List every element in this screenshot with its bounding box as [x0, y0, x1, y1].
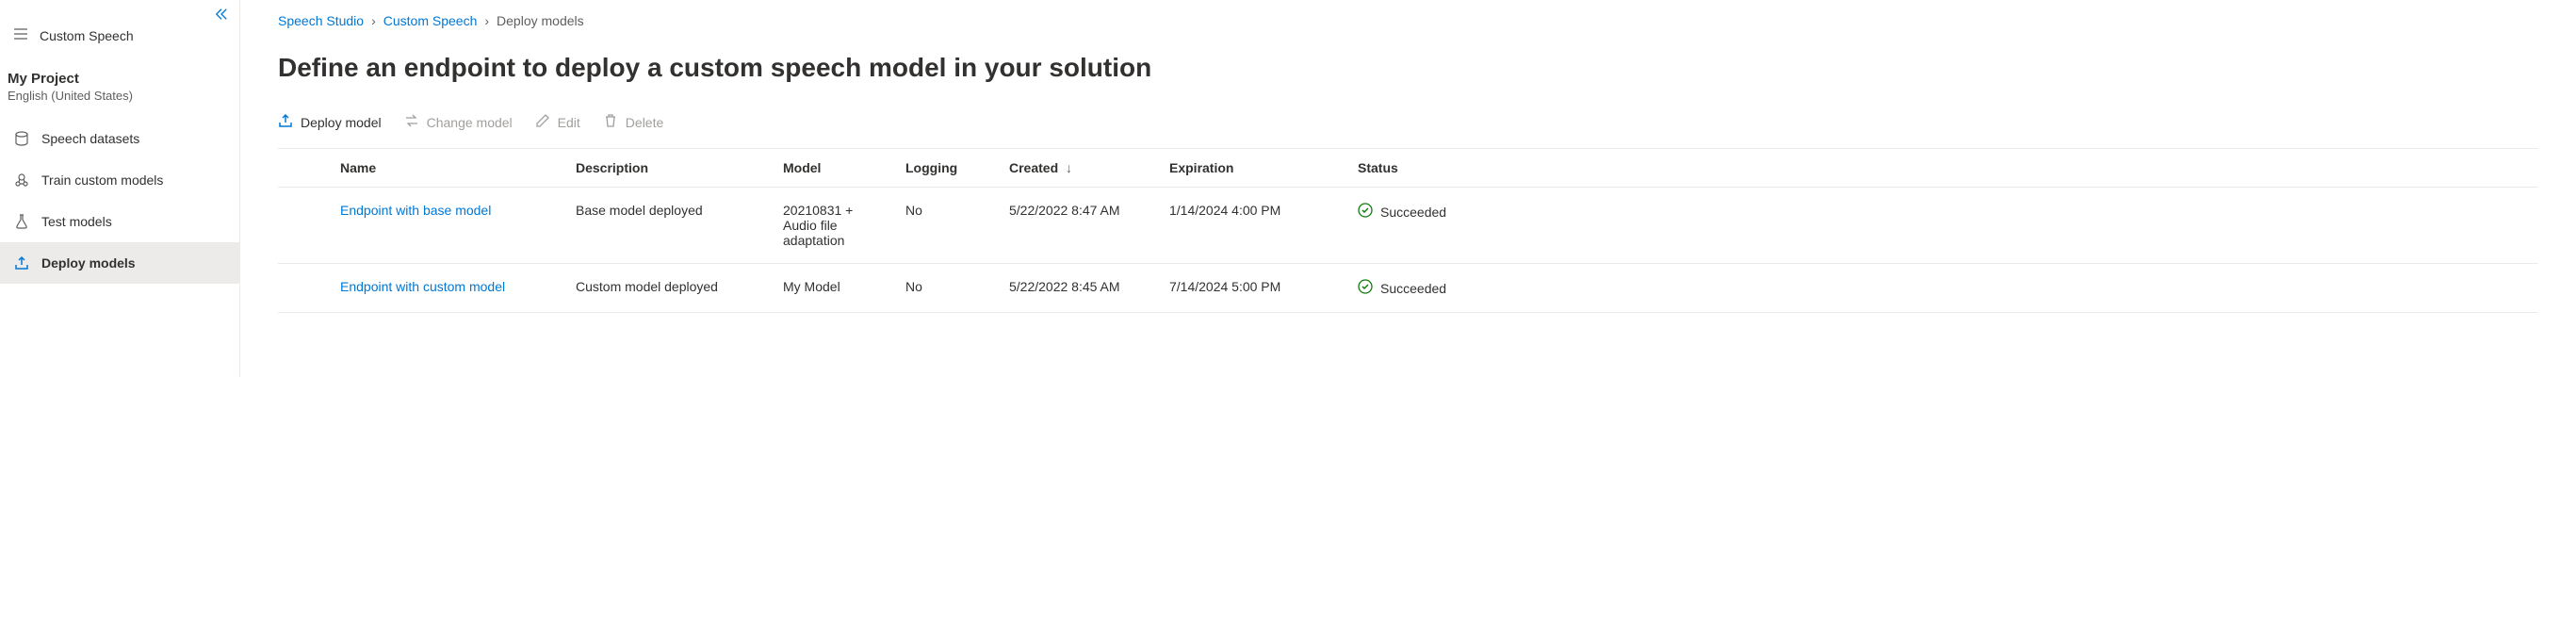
- list-icon: [13, 26, 28, 44]
- endpoint-description: Custom model deployed: [561, 264, 768, 313]
- sidebar-item-label: Test models: [41, 214, 112, 229]
- column-header-expiration[interactable]: Expiration: [1154, 149, 1343, 188]
- toolbar: Deploy model Change model Edit Delete: [278, 109, 2538, 135]
- sidebar-item-speech-datasets[interactable]: Speech datasets: [0, 118, 239, 159]
- database-icon: [13, 131, 30, 146]
- endpoint-logging: No: [890, 264, 994, 313]
- breadcrumb-link-speech-studio[interactable]: Speech Studio: [278, 13, 364, 28]
- page-title: Define an endpoint to deploy a custom sp…: [278, 53, 2538, 83]
- main-content: Speech Studio › Custom Speech › Deploy m…: [240, 0, 2576, 377]
- endpoint-expiration: 1/14/2024 4:00 PM: [1154, 188, 1343, 264]
- column-header-model[interactable]: Model: [768, 149, 890, 188]
- status-label: Succeeded: [1380, 205, 1446, 220]
- toolbar-label: Delete: [626, 115, 663, 130]
- breadcrumb: Speech Studio › Custom Speech › Deploy m…: [278, 13, 2538, 28]
- endpoints-table: Name Description Model Logging Created ↓…: [278, 148, 2538, 313]
- sort-descending-icon: ↓: [1066, 160, 1072, 175]
- endpoint-expiration: 7/14/2024 5:00 PM: [1154, 264, 1343, 313]
- chevron-right-icon: ›: [371, 13, 376, 28]
- endpoint-logging: No: [890, 188, 994, 264]
- column-header-created[interactable]: Created ↓: [994, 149, 1154, 188]
- chevron-right-icon: ›: [484, 13, 489, 28]
- nav-items: Speech datasets Train custom models Test…: [0, 118, 239, 284]
- success-icon: [1358, 203, 1373, 221]
- delete-button[interactable]: Delete: [603, 109, 663, 135]
- row-select[interactable]: [278, 264, 325, 313]
- project-title: My Project: [8, 71, 232, 87]
- toolbar-label: Edit: [558, 115, 580, 130]
- sidebar: Custom Speech My Project English (United…: [0, 0, 240, 377]
- edit-icon: [535, 113, 550, 131]
- sidebar-item-custom-speech[interactable]: Custom Speech: [0, 9, 239, 61]
- toolbar-label: Deploy model: [301, 115, 382, 130]
- endpoint-name-link[interactable]: Endpoint with custom model: [325, 264, 561, 313]
- endpoint-created: 5/22/2022 8:47 AM: [994, 188, 1154, 264]
- chevron-double-left-icon: [215, 8, 228, 21]
- edit-button[interactable]: Edit: [535, 109, 580, 135]
- toolbar-label: Change model: [427, 115, 513, 130]
- breadcrumb-current: Deploy models: [497, 13, 584, 28]
- train-icon: [13, 172, 30, 188]
- trash-icon: [603, 113, 618, 131]
- breadcrumb-link-custom-speech[interactable]: Custom Speech: [383, 13, 478, 28]
- sidebar-item-label: Speech datasets: [41, 131, 139, 146]
- deploy-model-button[interactable]: Deploy model: [278, 109, 382, 135]
- column-header-description[interactable]: Description: [561, 149, 768, 188]
- endpoint-model: My Model: [768, 264, 890, 313]
- endpoint-model: 20210831 + Audio file adaptation: [768, 188, 890, 264]
- sidebar-item-label: Deploy models: [41, 255, 136, 271]
- endpoint-created: 5/22/2022 8:45 AM: [994, 264, 1154, 313]
- endpoint-status: Succeeded: [1343, 188, 2538, 264]
- project-header: My Project English (United States): [0, 61, 239, 107]
- deploy-icon: [13, 255, 30, 271]
- collapse-sidebar-button[interactable]: [215, 8, 228, 24]
- endpoint-status: Succeeded: [1343, 264, 2538, 313]
- column-header-name[interactable]: Name: [325, 149, 561, 188]
- column-label: Created: [1009, 160, 1058, 175]
- sidebar-item-label: Train custom models: [41, 172, 163, 188]
- sidebar-item-deploy-models[interactable]: Deploy models: [0, 242, 239, 284]
- project-language: English (United States): [8, 89, 232, 103]
- row-select[interactable]: [278, 188, 325, 264]
- column-header-logging[interactable]: Logging: [890, 149, 994, 188]
- endpoint-description: Base model deployed: [561, 188, 768, 264]
- column-header-status[interactable]: Status: [1343, 149, 2538, 188]
- change-model-button[interactable]: Change model: [404, 109, 513, 135]
- sidebar-top-label: Custom Speech: [40, 28, 134, 43]
- sidebar-item-train-models[interactable]: Train custom models: [0, 159, 239, 201]
- swap-icon: [404, 113, 419, 131]
- deploy-icon: [278, 113, 293, 131]
- success-icon: [1358, 279, 1373, 297]
- table-header-row: Name Description Model Logging Created ↓…: [278, 149, 2538, 188]
- status-label: Succeeded: [1380, 281, 1446, 296]
- endpoint-name-link[interactable]: Endpoint with base model: [325, 188, 561, 264]
- table-row[interactable]: Endpoint with custom model Custom model …: [278, 264, 2538, 313]
- select-all-column[interactable]: [278, 149, 325, 188]
- flask-icon: [13, 214, 30, 229]
- table-row[interactable]: Endpoint with base model Base model depl…: [278, 188, 2538, 264]
- sidebar-item-test-models[interactable]: Test models: [0, 201, 239, 242]
